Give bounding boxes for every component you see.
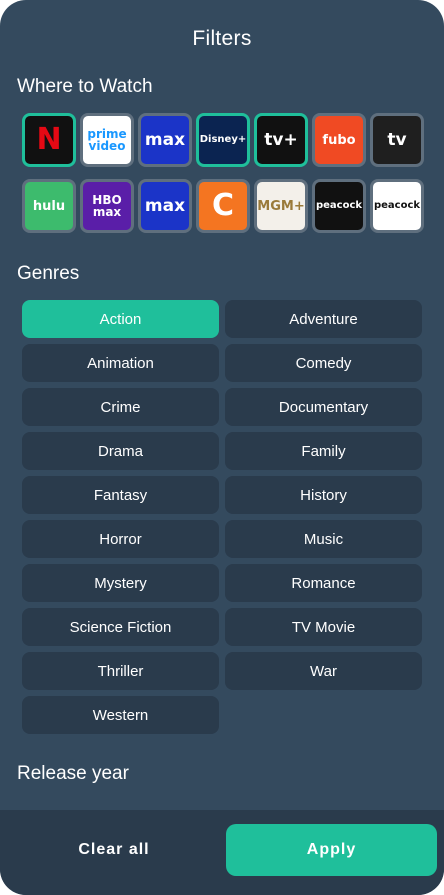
provider-peacock-premium[interactable]: peacock <box>370 179 424 233</box>
provider-logo: Disney+ <box>199 134 247 145</box>
provider-logo: max <box>144 195 186 216</box>
provider-logo: tv+ <box>264 129 298 150</box>
genre-chip-action[interactable]: Action <box>22 300 219 338</box>
provider-apple-tv[interactable]: tv+ <box>254 113 308 167</box>
provider-logo: C <box>211 188 235 223</box>
genre-chip-music[interactable]: Music <box>225 520 422 558</box>
genre-chip-crime[interactable]: Crime <box>22 388 219 426</box>
filters-sheet: Filters Where to Watch Nprime video max Di… <box>0 0 444 895</box>
genre-chip-western[interactable]: Western <box>22 696 219 734</box>
genre-chip-horror[interactable]: Horror <box>22 520 219 558</box>
genre-chip-fantasy[interactable]: Fantasy <box>22 476 219 514</box>
provider-max-prime-video-channels[interactable]: max <box>138 113 192 167</box>
provider-logo: prime video <box>87 127 127 153</box>
provider-crunchyroll[interactable]: C <box>196 179 250 233</box>
genre-chip-thriller[interactable]: Thriller <box>22 652 219 690</box>
genre-chip-comedy[interactable]: Comedy <box>225 344 422 382</box>
provider-fubotv[interactable]: fubo <box>312 113 366 167</box>
genre-grid: Action Adventure Animation Comedy Crime Docum… <box>22 300 422 734</box>
page-title: Filters <box>192 27 252 50</box>
where-to-watch-heading: Where to Watch <box>17 76 153 97</box>
genre-chip-romance[interactable]: Romance <box>225 564 422 602</box>
genre-chip-mystery[interactable]: Mystery <box>22 564 219 602</box>
provider-max[interactable]: max <box>138 179 192 233</box>
provider-logo: fubo <box>322 132 356 148</box>
provider-row: Nprime video max Disney+ tv+ fubo tv <box>22 113 424 167</box>
provider-mgm[interactable]: MGM+ <box>254 179 308 233</box>
genre-chip-science-fiction[interactable]: Science Fiction <box>22 608 219 646</box>
provider-logo: N <box>36 122 62 157</box>
provider-disney[interactable]: Disney+ <box>196 113 250 167</box>
provider-logo: peacock <box>373 200 421 211</box>
provider-logo: HBO max <box>92 193 122 219</box>
provider-apple-tv[interactable]: tv <box>370 113 424 167</box>
provider-logo: hulu <box>32 198 66 214</box>
footer-bar: Clear all Apply <box>0 810 444 895</box>
provider-logo: tv <box>387 129 407 150</box>
genre-chip-animation[interactable]: Animation <box>22 344 219 382</box>
genres-heading: Genres <box>17 263 80 284</box>
genre-chip-adventure[interactable]: Adventure <box>225 300 422 338</box>
genre-chip-history[interactable]: History <box>225 476 422 514</box>
provider-hulu[interactable]: hulu <box>22 179 76 233</box>
clear-all-button[interactable]: Clear all <box>23 824 205 876</box>
provider-netflix[interactable]: N <box>22 113 76 167</box>
provider-logo: max <box>144 129 186 150</box>
genre-chip-war[interactable]: War <box>225 652 422 690</box>
genre-chip-drama[interactable]: Drama <box>22 432 219 470</box>
provider-peacock[interactable]: peacock <box>312 179 366 233</box>
provider-row: hulu HBO max max C MGM+ peacock peacock <box>22 179 424 233</box>
genre-chip-documentary[interactable]: Documentary <box>225 388 422 426</box>
provider-prime-video[interactable]: prime video <box>80 113 134 167</box>
release-year-heading: Release year <box>17 763 129 784</box>
genre-chip-family[interactable]: Family <box>225 432 422 470</box>
apply-button[interactable]: Apply <box>226 824 437 876</box>
genre-chip-tv-movie[interactable]: TV Movie <box>225 608 422 646</box>
provider-hbo-max[interactable]: HBO max <box>80 179 134 233</box>
provider-logo: peacock <box>315 200 363 211</box>
provider-logo: MGM+ <box>257 198 305 214</box>
